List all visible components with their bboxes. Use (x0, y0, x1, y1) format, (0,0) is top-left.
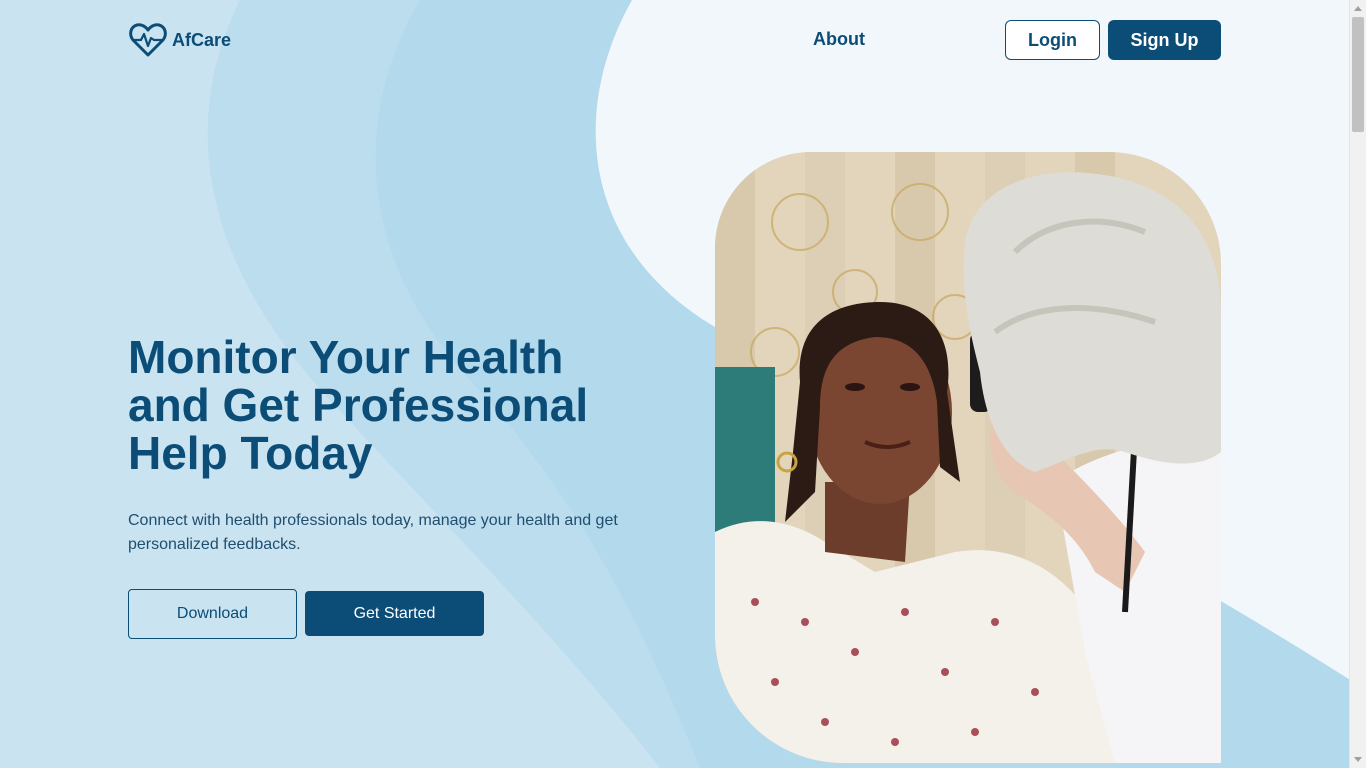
hero-title-line: Help Today (128, 427, 373, 479)
doctor-patient-illustration (715, 152, 1221, 763)
landing-page: AfCare About Login Sign Up Monitor Your … (0, 0, 1366, 768)
hero-subtitle: Connect with health professionals today,… (128, 512, 618, 553)
scroll-up-icon[interactable] (1354, 6, 1362, 11)
hero-title: Monitor Your Health and Get Professional… (128, 333, 668, 477)
hero-title-line: Monitor Your Health (128, 331, 564, 383)
hero-title-line: and Get Professional (128, 379, 589, 431)
vertical-scrollbar[interactable] (1349, 0, 1366, 768)
signup-button[interactable]: Sign Up (1108, 20, 1221, 60)
hero-image (715, 152, 1221, 763)
nav-link-about[interactable]: About (813, 29, 865, 50)
download-button[interactable]: Download (128, 589, 297, 639)
login-button[interactable]: Login (1005, 20, 1100, 60)
get-started-button[interactable]: Get Started (305, 591, 484, 636)
scrollbar-thumb[interactable] (1352, 17, 1364, 132)
heart-pulse-icon (129, 23, 167, 57)
brand-name: AfCare (172, 29, 232, 50)
scroll-down-icon[interactable] (1354, 757, 1362, 762)
brand-logo[interactable]: AfCare (128, 20, 231, 60)
